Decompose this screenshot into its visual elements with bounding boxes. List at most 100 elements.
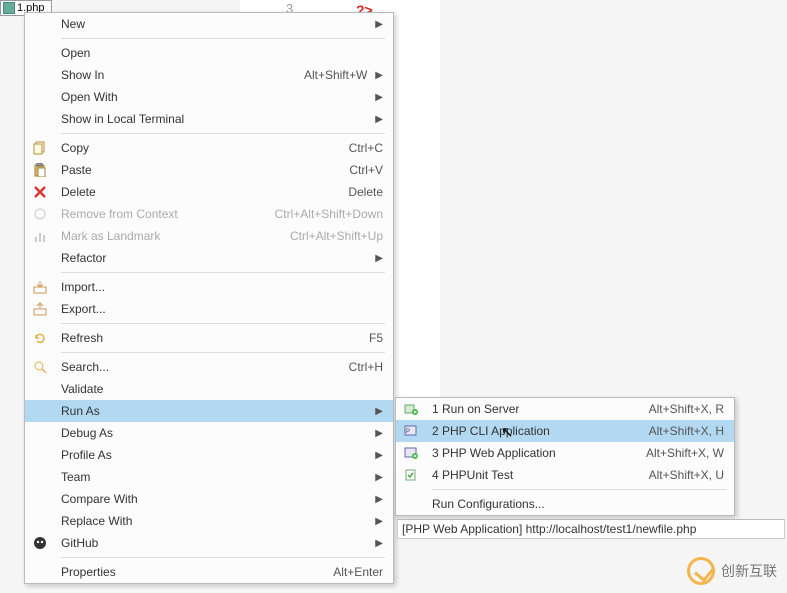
shortcut: Alt+Shift+X, H (649, 424, 724, 438)
menu-label: Refactor (61, 251, 367, 265)
run-as-submenu: 1 Run on Server Alt+Shift+X, R P 2 PHP C… (395, 397, 735, 516)
menu-label: Refresh (61, 331, 357, 345)
chevron-right-icon: ▶ (375, 114, 383, 125)
submenu-label: 1 Run on Server (432, 402, 637, 416)
refresh-icon (31, 330, 49, 346)
chevron-right-icon: ▶ (375, 450, 383, 461)
submenu-php-web[interactable]: 3 PHP Web Application Alt+Shift+X, W (396, 442, 734, 464)
menu-label: Debug As (61, 426, 367, 440)
phpunit-icon (402, 467, 420, 483)
menu-label: Show In (61, 68, 292, 82)
menu-debug-as[interactable]: Debug As ▶ (25, 422, 393, 444)
copy-icon (31, 140, 49, 156)
menu-label: Delete (61, 185, 336, 199)
blank-icon (31, 447, 49, 463)
menu-label: Paste (61, 163, 337, 177)
menu-validate[interactable]: Validate (25, 378, 393, 400)
menu-mark-landmark: Mark as Landmark Ctrl+Alt+Shift+Up (25, 225, 393, 247)
status-text: [PHP Web Application] http://localhost/t… (402, 522, 696, 536)
menu-export[interactable]: Export... (25, 298, 393, 320)
menu-delete[interactable]: Delete Delete (25, 181, 393, 203)
shortcut: Ctrl+C (349, 141, 383, 155)
blank-icon (31, 45, 49, 61)
landmark-icon (31, 228, 49, 244)
menu-paste[interactable]: Paste Ctrl+V (25, 159, 393, 181)
menu-import[interactable]: Import... (25, 276, 393, 298)
menu-open[interactable]: Open (25, 42, 393, 64)
import-icon (31, 279, 49, 295)
menu-show-local-terminal[interactable]: Show in Local Terminal ▶ (25, 108, 393, 130)
menu-search[interactable]: Search... Ctrl+H (25, 356, 393, 378)
menu-run-as[interactable]: Run As ▶ (25, 400, 393, 422)
chevron-right-icon: ▶ (375, 19, 383, 30)
php-web-icon (402, 445, 420, 461)
menu-label: Compare With (61, 492, 367, 506)
blank-icon (31, 564, 49, 580)
chevron-right-icon: ▶ (375, 70, 383, 81)
separator (432, 489, 726, 490)
blank-icon (31, 403, 49, 419)
submenu-php-cli[interactable]: P 2 PHP CLI Application Alt+Shift+X, H (396, 420, 734, 442)
blank-icon (31, 469, 49, 485)
shortcut: Ctrl+V (349, 163, 383, 177)
separator (61, 272, 385, 273)
blank-icon (31, 89, 49, 105)
chevron-right-icon: ▶ (375, 253, 383, 264)
blank-icon (31, 250, 49, 266)
separator (61, 352, 385, 353)
menu-refactor[interactable]: Refactor ▶ (25, 247, 393, 269)
submenu-label: 2 PHP CLI Application (432, 424, 637, 438)
separator (61, 323, 385, 324)
export-icon (31, 301, 49, 317)
blank-icon (402, 496, 420, 512)
menu-open-with[interactable]: Open With ▶ (25, 86, 393, 108)
paste-icon (31, 162, 49, 178)
menu-copy[interactable]: Copy Ctrl+C (25, 137, 393, 159)
submenu-label: 4 PHPUnit Test (432, 468, 637, 482)
menu-profile-as[interactable]: Profile As ▶ (25, 444, 393, 466)
watermark-text: 创新互联 (721, 561, 777, 581)
delete-icon (31, 184, 49, 200)
php-cli-icon: P (402, 423, 420, 439)
menu-github[interactable]: GitHub ▶ (25, 532, 393, 554)
menu-label: Show in Local Terminal (61, 112, 367, 126)
blank-icon (31, 111, 49, 127)
separator (61, 133, 385, 134)
menu-label: Import... (61, 280, 383, 294)
chevron-right-icon: ▶ (375, 516, 383, 527)
blank-icon (31, 67, 49, 83)
shortcut: F5 (369, 331, 383, 345)
chevron-right-icon: ▶ (375, 406, 383, 417)
menu-label: Search... (61, 360, 337, 374)
menu-show-in[interactable]: Show In Alt+Shift+W ▶ (25, 64, 393, 86)
menu-label: Remove from Context (61, 207, 263, 221)
shortcut: Delete (348, 185, 383, 199)
menu-label: Mark as Landmark (61, 229, 278, 243)
chevron-right-icon: ▶ (375, 538, 383, 549)
separator (61, 557, 385, 558)
blank-icon (31, 425, 49, 441)
submenu-run-on-server[interactable]: 1 Run on Server Alt+Shift+X, R (396, 398, 734, 420)
shortcut: Alt+Shift+X, R (649, 402, 724, 416)
shortcut: Alt+Shift+X, W (646, 446, 724, 460)
watermark: 创新互联 (687, 557, 777, 585)
separator (61, 38, 385, 39)
menu-properties[interactable]: Properties Alt+Enter (25, 561, 393, 583)
menu-team[interactable]: Team ▶ (25, 466, 393, 488)
menu-label: Team (61, 470, 367, 484)
menu-remove-context: Remove from Context Ctrl+Alt+Shift+Down (25, 203, 393, 225)
submenu-run-configs[interactable]: Run Configurations... (396, 493, 734, 515)
svg-text:P: P (406, 429, 410, 435)
menu-label: Profile As (61, 448, 367, 462)
watermark-icon (687, 557, 715, 585)
context-menu: New ▶ Open Show In Alt+Shift+W ▶ Open Wi… (24, 12, 394, 584)
blank-icon (31, 16, 49, 32)
menu-refresh[interactable]: Refresh F5 (25, 327, 393, 349)
menu-new[interactable]: New ▶ (25, 13, 393, 35)
submenu-phpunit[interactable]: 4 PHPUnit Test Alt+Shift+X, U (396, 464, 734, 486)
menu-compare-with[interactable]: Compare With ▶ (25, 488, 393, 510)
menu-label: Copy (61, 141, 337, 155)
chevron-right-icon: ▶ (375, 472, 383, 483)
menu-label: Validate (61, 382, 383, 396)
menu-replace-with[interactable]: Replace With ▶ (25, 510, 393, 532)
